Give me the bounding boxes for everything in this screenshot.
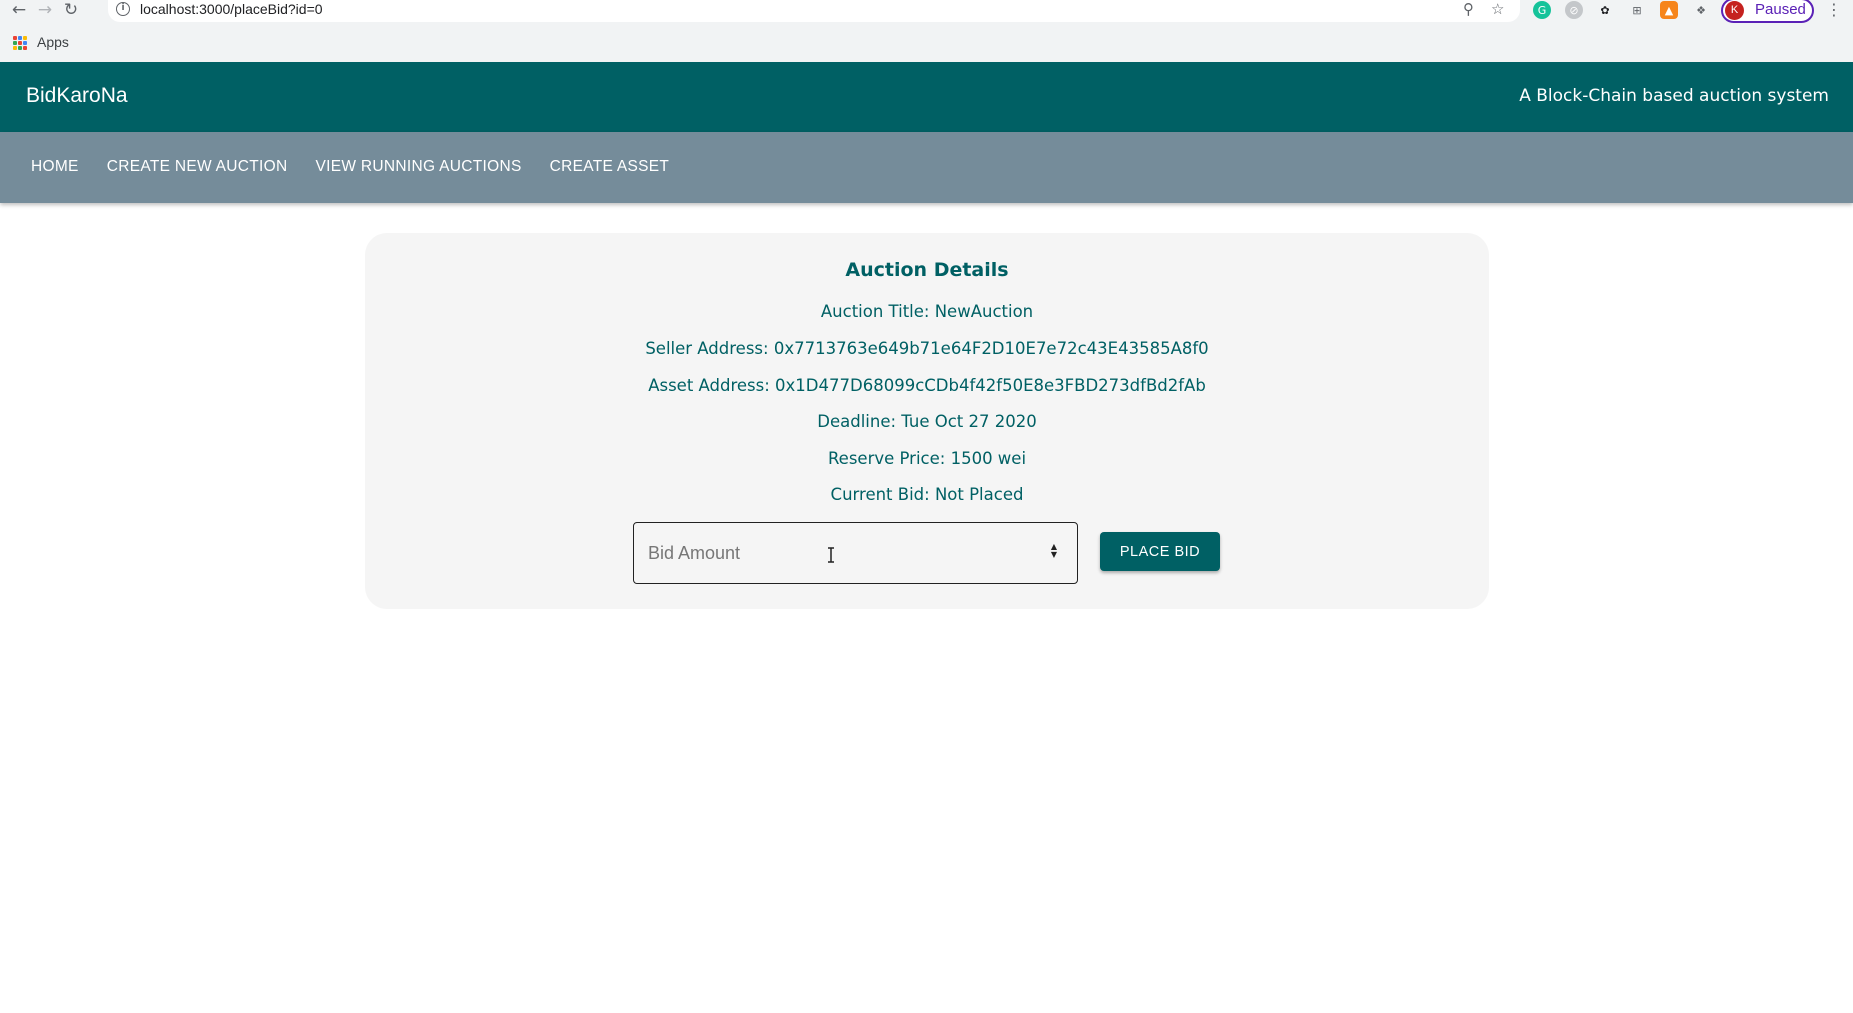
auction-deadline: Deadline: Tue Oct 27 2020 bbox=[817, 412, 1037, 431]
bid-amount-input[interactable] bbox=[648, 535, 1028, 571]
profile-button[interactable]: K Paused bbox=[1721, 0, 1814, 23]
site-info-icon[interactable]: i bbox=[116, 2, 130, 16]
extension-grid-icon[interactable]: ⊞ bbox=[1628, 1, 1646, 19]
app-header: BidKaroNa A Block-Chain based auction sy… bbox=[0, 62, 1853, 132]
zoom-icon[interactable]: ⚲ bbox=[1463, 0, 1474, 18]
apps-bookmark[interactable]: Apps bbox=[37, 34, 69, 50]
nav-home[interactable]: HOME bbox=[26, 158, 84, 176]
address-bar[interactable]: i localhost:3000/placeBid?id=0 ⚲ ☆ bbox=[108, 0, 1520, 22]
bookmarks-bar: Apps bbox=[0, 28, 1853, 58]
extension-disabled-icon[interactable]: ⊘ bbox=[1565, 1, 1583, 19]
url-text[interactable]: localhost:3000/placeBid?id=0 bbox=[140, 1, 323, 17]
current-bid: Current Bid: Not Placed bbox=[830, 485, 1024, 504]
place-bid-button[interactable]: PLACE BID bbox=[1100, 532, 1220, 571]
main-nav: HOME CREATE NEW AUCTION VIEW RUNNING AUC… bbox=[0, 132, 1853, 203]
reserve-price: Reserve Price: 1500 wei bbox=[827, 449, 1027, 468]
reload-icon[interactable]: ↻ bbox=[59, 0, 83, 20]
forward-arrow-icon[interactable]: → bbox=[33, 0, 57, 20]
auction-details-heading: Auction Details bbox=[845, 259, 1009, 281]
nav-create-asset[interactable]: CREATE ASSET bbox=[545, 158, 675, 176]
browser-chrome: ← → ↻ i localhost:3000/placeBid?id=0 ⚲ ☆… bbox=[0, 0, 1853, 62]
back-arrow-icon[interactable]: ← bbox=[7, 0, 31, 20]
text-cursor-icon bbox=[828, 547, 834, 563]
asset-address: Asset Address: 0x1D477D68099cCDb4f42f50E… bbox=[648, 376, 1206, 395]
extension-feather-icon[interactable]: ✿ bbox=[1596, 1, 1614, 19]
bid-amount-field[interactable]: ▲▼ bbox=[633, 522, 1078, 584]
apps-grid-icon[interactable] bbox=[13, 36, 27, 50]
browser-menu-icon[interactable]: ⋮ bbox=[1826, 0, 1842, 19]
address-row: ← → ↻ i localhost:3000/placeBid?id=0 ⚲ ☆… bbox=[0, 0, 1853, 24]
metamask-fox-icon[interactable]: ▲ bbox=[1660, 1, 1678, 19]
nav-view-running-auctions[interactable]: VIEW RUNNING AUCTIONS bbox=[311, 158, 527, 176]
bookmark-star-icon[interactable]: ☆ bbox=[1491, 0, 1504, 18]
brand-title[interactable]: BidKaroNa bbox=[26, 84, 128, 108]
profile-avatar: K bbox=[1725, 1, 1744, 20]
number-spinner-icon[interactable]: ▲ ▼ bbox=[1049, 543, 1059, 563]
nav-create-new-auction[interactable]: CREATE NEW AUCTION bbox=[102, 158, 293, 176]
extensions-puzzle-icon[interactable]: ❖ bbox=[1692, 1, 1710, 19]
grammarly-extension-icon[interactable]: G bbox=[1533, 1, 1551, 19]
auction-details-card: Auction Details Auction Title: NewAuctio… bbox=[365, 233, 1489, 609]
header-tagline: A Block-Chain based auction system bbox=[1519, 86, 1829, 106]
auction-title: Auction Title: NewAuction bbox=[820, 302, 1034, 321]
profile-status: Paused bbox=[1755, 1, 1806, 18]
seller-address: Seller Address: 0x7713763e649b71e64F2D10… bbox=[645, 339, 1209, 358]
